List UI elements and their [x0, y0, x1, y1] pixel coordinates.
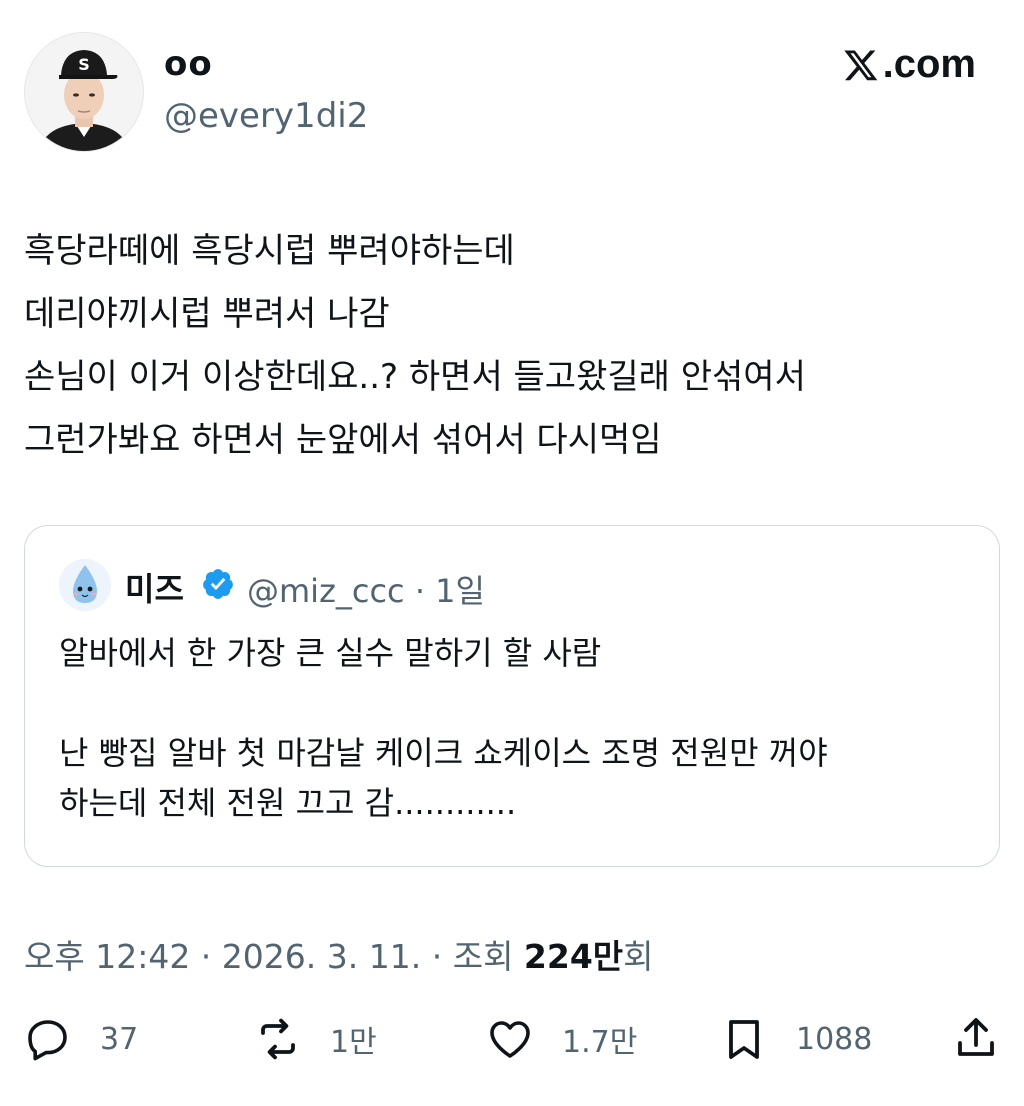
author-avatar[interactable]: S — [24, 32, 144, 152]
like-count: 1.7만 — [562, 1025, 638, 1060]
reply-button[interactable]: 37 — [24, 1015, 138, 1063]
tweet-time[interactable]: 오후 12:42 — [24, 937, 190, 976]
tweet-date[interactable]: 2026. 3. 11. — [222, 937, 421, 976]
brand-label: .com — [882, 42, 976, 86]
tweet-text: 흑당라떼에 흑당시럽 뿌려야하는데 데리야끼시럽 뿌려서 나감 손님이 이거 이… — [24, 220, 1004, 472]
bookmark-button[interactable]: 1088 — [720, 1015, 872, 1063]
author-display-name[interactable]: oo — [164, 44, 213, 84]
tweet-line: 그런가봐요 하면서 눈앞에서 섞어서 다시먹임 — [24, 420, 662, 460]
views-prefix: 조회 — [452, 937, 524, 976]
tweet-line: 흑당라떼에 흑당시럽 뿌려야하는데 — [24, 231, 515, 271]
quote-line: 하는데 전체 전원 끄고 감............ — [59, 784, 517, 822]
views-count: 224만 — [523, 937, 624, 976]
quote-author-avatar[interactable] — [59, 559, 111, 611]
reply-count: 37 — [100, 1021, 139, 1057]
retweet-icon — [261, 1018, 295, 1060]
retweet-button[interactable]: 1만 — [254, 1015, 377, 1063]
retweet-count: 1만 — [330, 1025, 377, 1060]
like-button[interactable]: 1.7만 — [486, 1015, 637, 1063]
bookmark-icon — [729, 1020, 759, 1059]
meta-separator: · — [421, 937, 453, 976]
meta-separator: · — [190, 937, 222, 976]
views-suffix: 회 — [623, 937, 654, 976]
quote-author-handle-time[interactable]: @miz_ccc · 1일 — [247, 566, 485, 612]
quote-text: 알바에서 한 가장 큰 실수 말하기 할 사람 난 빵집 알바 첫 마감날 케이… — [59, 628, 979, 828]
tweet-line: 데리야끼시럽 뿌려서 나감 — [24, 294, 390, 334]
bookmark-count: 1088 — [796, 1021, 873, 1057]
share-button[interactable] — [952, 1015, 1000, 1063]
tweet-action-bar: 37 1만 1.7만 1088 — [24, 1015, 1000, 1075]
svg-text:S: S — [78, 55, 90, 74]
x-logo-icon — [843, 49, 877, 80]
quote-line: 난 빵집 알바 첫 마감날 케이크 쇼케이스 조명 전원만 꺼야 — [59, 734, 828, 772]
tweet-line: 손님이 이거 이상한데요..? 하면서 들고왔길래 안섞여서 — [24, 357, 806, 397]
reply-icon — [28, 1020, 67, 1061]
share-icon — [958, 1018, 994, 1056]
quote-line: 알바에서 한 가장 큰 실수 말하기 할 사람 — [59, 634, 602, 672]
author-handle[interactable]: @every1di2 — [164, 96, 368, 136]
verified-badge-icon — [203, 569, 233, 599]
quote-author-name[interactable]: 미즈 — [125, 564, 184, 610]
quoted-tweet-card[interactable]: 미즈 @miz_ccc · 1일 알바에서 한 가장 큰 실수 말하기 할 사람… — [24, 525, 1000, 867]
heart-icon — [490, 1021, 530, 1058]
tweet-meta: 오후 12:42 · 2026. 3. 11. · 조회 224만회 — [24, 930, 654, 978]
x-brand: .com — [843, 42, 976, 87]
quote-line — [59, 678, 979, 728]
